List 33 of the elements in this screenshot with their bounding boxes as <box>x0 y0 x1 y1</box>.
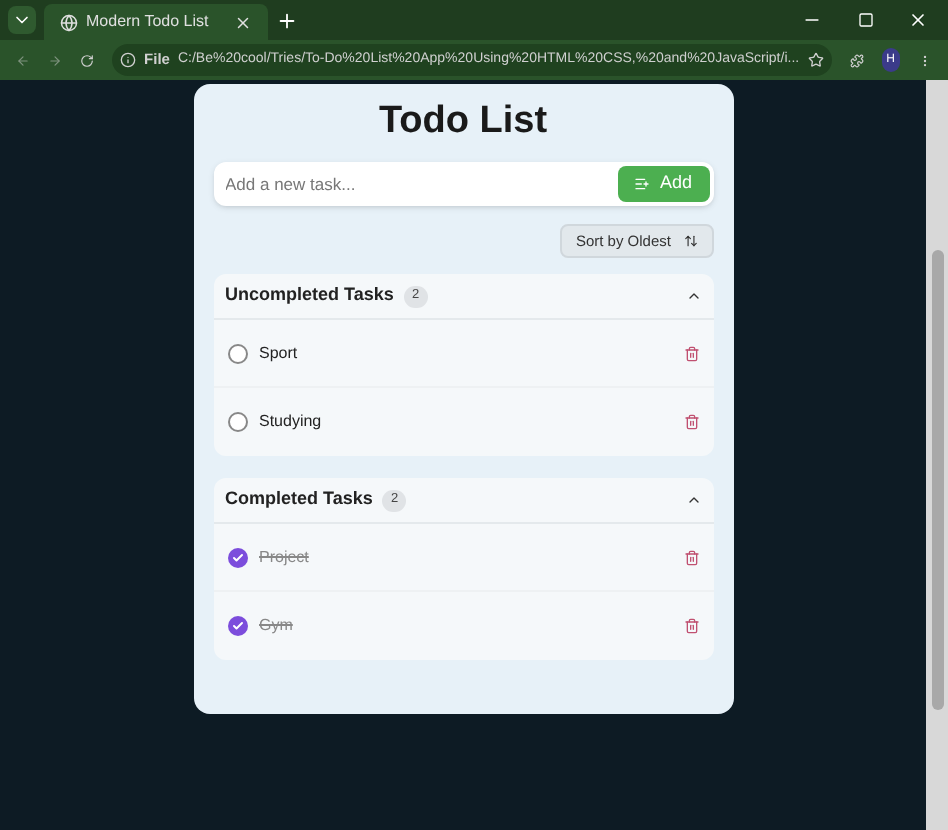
check-icon <box>231 551 243 563</box>
scrollbar[interactable] <box>926 80 948 830</box>
extensions-icon[interactable] <box>849 51 864 69</box>
list-plus-icon <box>633 176 650 192</box>
section-title: Completed Tasks <box>225 486 373 513</box>
app-title: Todo List <box>376 100 550 144</box>
new-tab-icon[interactable] <box>276 9 298 31</box>
delete-button[interactable] <box>683 414 699 430</box>
close-window-icon[interactable] <box>908 10 928 30</box>
task-text: Studying <box>259 410 324 434</box>
task-checkbox[interactable] <box>227 343 247 363</box>
globe-icon <box>60 13 78 31</box>
reload-icon[interactable] <box>80 51 95 69</box>
bookmark-star-icon[interactable] <box>807 52 824 68</box>
task-text: Sport <box>259 341 300 365</box>
delete-button[interactable] <box>683 618 699 634</box>
task-checkbox[interactable] <box>227 412 247 432</box>
browser-tab[interactable]: Modern Todo List <box>44 4 268 40</box>
task-text: Gym <box>259 614 295 638</box>
maximize-icon[interactable] <box>858 12 874 28</box>
close-tab-icon <box>234 13 252 31</box>
task-text: Project <box>259 545 311 569</box>
task-checkbox[interactable] <box>227 547 247 567</box>
delete-button[interactable] <box>683 345 699 361</box>
check-icon <box>231 620 243 632</box>
collapse-chevron-icon <box>685 288 701 304</box>
delete-button[interactable] <box>683 549 699 565</box>
section-title: Uncompleted Tasks <box>225 282 394 309</box>
task-checkbox[interactable] <box>227 616 247 636</box>
info-icon <box>120 52 137 68</box>
sort-arrows-icon <box>683 234 697 248</box>
tab-list-button[interactable] <box>8 6 36 34</box>
collapse-chevron-icon <box>685 492 701 508</box>
